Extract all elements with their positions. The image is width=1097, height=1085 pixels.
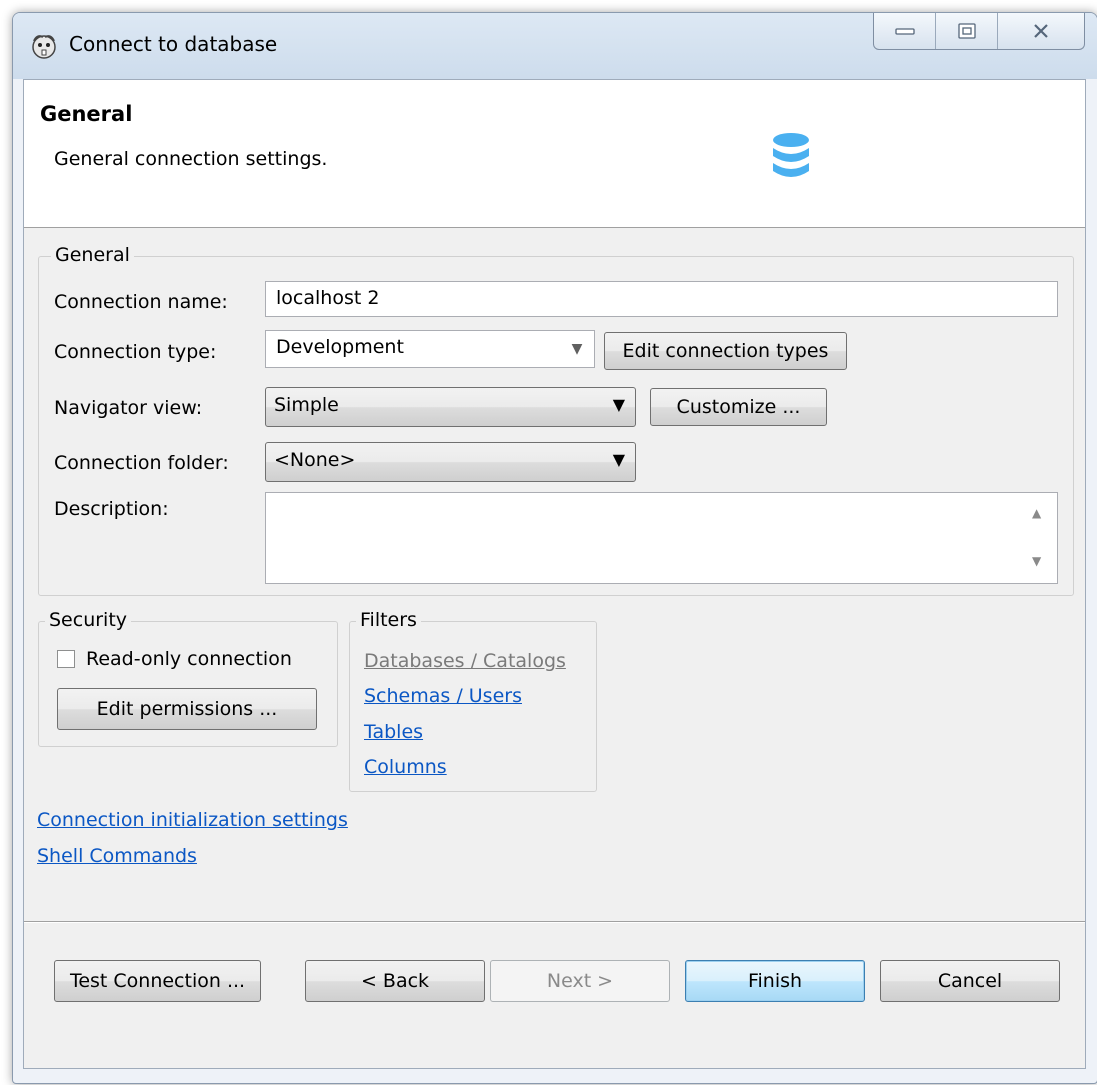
page-description: General connection settings.	[54, 148, 328, 170]
chevron-down-icon: ▼	[612, 395, 625, 414]
footer-separator	[24, 921, 1085, 923]
connection-type-select[interactable]: Development ▼	[265, 330, 595, 368]
customize-button[interactable]: Customize ...	[650, 388, 827, 426]
connection-folder-label: Connection folder:	[54, 452, 229, 474]
scroll-up-arrow-icon[interactable]: ▲	[1032, 506, 1075, 520]
read-only-checkbox[interactable]	[57, 650, 75, 668]
security-group-label: Security	[45, 609, 132, 631]
filters-group-label: Filters	[356, 609, 421, 631]
page-title: General	[40, 102, 133, 126]
scroll-down-arrow-icon[interactable]: ▼	[1032, 554, 1075, 568]
filter-link-tables[interactable]: Tables	[364, 721, 423, 743]
filter-link-schemas-users[interactable]: Schemas / Users	[364, 685, 522, 707]
chevron-down-icon: ▼	[612, 450, 625, 469]
edit-permissions-button[interactable]: Edit permissions ...	[57, 688, 317, 730]
window-title: Connect to database	[69, 32, 278, 56]
connection-folder-value: <None>	[274, 449, 356, 471]
description-textarea[interactable]	[265, 492, 1058, 584]
finish-button[interactable]: Finish	[685, 960, 865, 1002]
test-connection-button[interactable]: Test Connection ...	[54, 960, 261, 1002]
connection-type-value: Development	[276, 336, 404, 358]
maximize-button[interactable]	[935, 13, 997, 49]
connect-dialog-window: Connect to database General General conn…	[12, 12, 1097, 1084]
edit-connection-types-button[interactable]: Edit connection types	[604, 332, 847, 370]
filter-link-columns[interactable]: Columns	[364, 756, 447, 778]
connection-name-input[interactable]: localhost 2	[265, 281, 1058, 317]
connection-name-label: Connection name:	[54, 291, 228, 313]
chevron-down-icon[interactable]: ▼	[560, 331, 594, 367]
filter-link-databases-catalogs: Databases / Catalogs	[364, 650, 566, 672]
back-button[interactable]: < Back	[305, 960, 485, 1002]
close-button[interactable]	[997, 13, 1084, 49]
dbeaver-beaver-icon	[32, 35, 56, 59]
next-button[interactable]: Next >	[490, 960, 670, 1002]
dialog-client-area: General General connection settings. Gen…	[23, 79, 1086, 1069]
close-icon	[1034, 24, 1048, 38]
general-group-label: General	[51, 244, 134, 266]
description-label: Description:	[54, 498, 169, 520]
minimize-button[interactable]	[874, 13, 935, 49]
database-icon	[773, 133, 809, 177]
minimize-icon	[894, 28, 915, 35]
connection-folder-select[interactable]: <None> ▼	[265, 442, 636, 482]
read-only-label[interactable]: Read-only connection	[86, 648, 292, 670]
title-bar[interactable]: Connect to database	[13, 13, 1097, 79]
connection-type-label: Connection type:	[54, 341, 217, 363]
shell-commands-link[interactable]: Shell Commands	[37, 845, 197, 867]
navigator-view-label: Navigator view:	[54, 397, 203, 419]
navigator-view-value: Simple	[274, 394, 339, 416]
window-controls	[873, 13, 1085, 50]
navigator-view-select[interactable]: Simple ▼	[265, 387, 636, 427]
connection-init-settings-link[interactable]: Connection initialization settings	[37, 809, 348, 831]
wizard-header: General General connection settings.	[24, 80, 1085, 228]
maximize-icon	[958, 23, 976, 39]
cancel-button[interactable]: Cancel	[880, 960, 1060, 1002]
